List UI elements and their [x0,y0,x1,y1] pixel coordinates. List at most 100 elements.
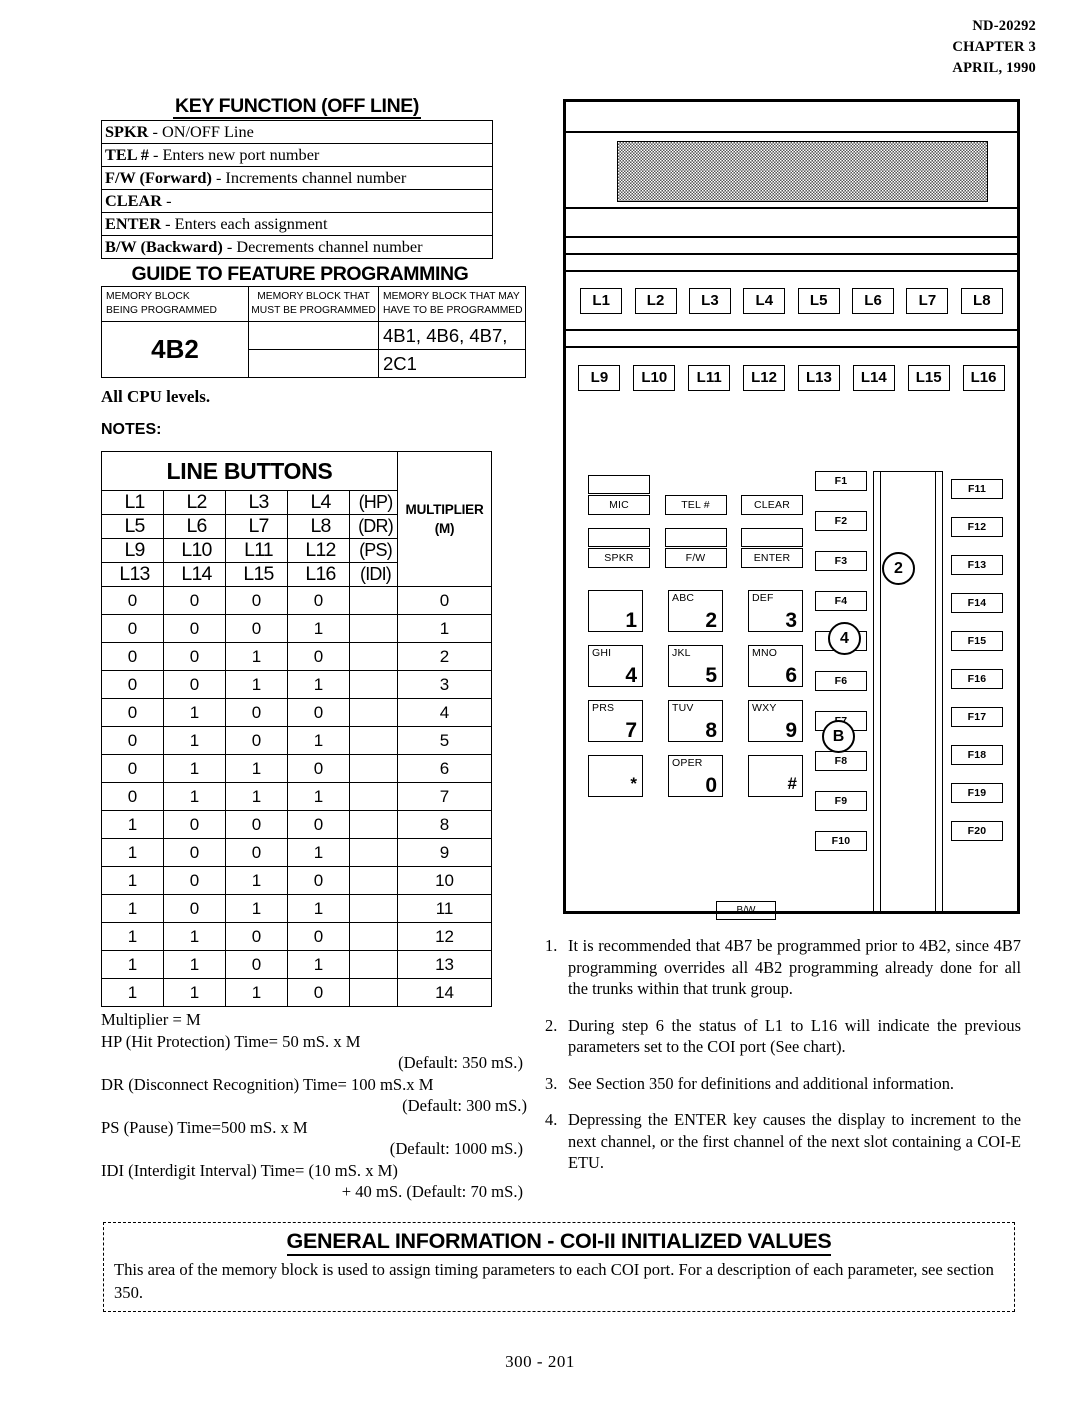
key-function-desc: - Decrements channel number [226,237,423,256]
phone-line-button-l5[interactable]: L5 [797,287,840,314]
key-function-row: B/W (Backward) - Decrements channel numb… [101,235,493,259]
spacer-cell [348,922,399,951]
phone-function-button-f2[interactable]: F2 [815,511,867,531]
spkr-key-label[interactable]: SPKR [588,548,650,568]
dial-key-9[interactable]: WXY 9 [748,700,803,742]
clear-key-label[interactable]: CLEAR [741,495,803,515]
phone-line-button-l6[interactable]: L6 [852,287,895,314]
enter-key-label[interactable]: ENTER [741,548,803,568]
memory-block-being-programmed: 4B2 [101,321,249,378]
phone-function-button-f14[interactable]: F14 [951,593,1003,613]
key-function-desc: - Enters each assignment [165,214,328,233]
feature-key-tel[interactable]: TEL # [664,475,727,515]
dial-key-letters: OPER [672,757,703,769]
line-button-label: L14 [163,562,226,587]
key-function-desc: - ON/OFF Line [152,122,254,141]
feature-key-spkr[interactable]: SPKR [588,528,650,568]
dial-key-4[interactable]: GHI 4 [588,645,643,687]
handset-cradle [873,471,943,914]
feature-key-row-2: SPKR F/W ENTER [588,528,803,568]
phone-function-button-f19[interactable]: F19 [951,783,1003,803]
phone-strip-2 [566,238,1017,255]
line-button-parameter: (HP) [348,490,399,515]
phone-line-button-l1[interactable]: L1 [580,287,623,314]
phone-function-button-f18[interactable]: F18 [951,745,1003,765]
phone-line-button-l12[interactable]: L12 [743,364,786,391]
phone-line-button-l16[interactable]: L16 [962,364,1005,391]
dial-key-2[interactable]: ABC 2 [668,590,723,632]
phone-line-button-l7[interactable]: L7 [906,287,949,314]
phone-function-button-f17[interactable]: F17 [951,707,1003,727]
mic-key-label[interactable]: MIC [588,495,650,515]
dial-key-number: * [630,774,637,793]
phone-function-button-f13[interactable]: F13 [951,555,1003,575]
phone-line-button-l9[interactable]: L9 [578,364,621,391]
phone-function-button-f12[interactable]: F12 [951,517,1003,537]
line-buttons-title-row: LINE BUTTONS MULTIPLIER (M) [100,451,493,587]
multiplier-value: 3 [397,670,493,699]
dial-key-1[interactable]: 1 [588,590,643,632]
key-function-desc: - [166,191,172,210]
dial-key-5[interactable]: JKL 5 [668,645,723,687]
phone-function-button-f15[interactable]: F15 [951,631,1003,651]
line-button-row-2: L9 L10 L11 L12 L13 L14 L15 L16 [566,348,1017,407]
key-function-key: TEL # [105,145,153,164]
table-row: 1 0 1 1 11 [101,894,493,923]
feature-key-clear[interactable]: CLEAR [741,475,803,515]
dial-pad-row: 1 ABC 2 DEF 3 [588,590,803,632]
dial-key-0[interactable]: OPER 0 [668,755,723,797]
dial-key-3[interactable]: DEF 3 [748,590,803,632]
fw-key-label[interactable]: F/W [664,548,727,568]
phone-function-button-f1[interactable]: F1 [815,471,867,491]
feature-key-enter[interactable]: ENTER [741,528,803,568]
phone-line-button-l8[interactable]: L8 [960,287,1003,314]
bit-cell: 1 [163,922,226,951]
key-function-key: B/W (Backward) [105,237,227,256]
phone-function-button-f6[interactable]: F6 [815,671,867,691]
dial-key-*[interactable]: * [588,755,643,797]
dial-key-8[interactable]: TUV 8 [668,700,723,742]
guide-col3-line1: MEMORY BLOCK THAT MAY [383,291,520,302]
key-function-table: SPKR - ON/OFF Line TEL # - Enters new por… [101,120,493,259]
phone-line-button-l3[interactable]: L3 [688,287,731,314]
phone-function-button-f11[interactable]: F11 [951,479,1003,499]
phone-line-button-l14[interactable]: L14 [852,364,895,391]
key-function-key: SPKR [105,122,153,141]
feature-key-fw[interactable]: F/W [664,528,727,568]
dial-key-7[interactable]: PRS 7 [588,700,643,742]
line-button-row-1: L1 L2 L3 L4 L5 L6 L7 L8 [566,272,1017,331]
tel-key-label[interactable]: TEL # [664,495,727,515]
note-number: 1. [545,936,558,955]
phone-function-button-f4[interactable]: F4 [815,591,867,611]
phone-line-button-l4[interactable]: L4 [743,287,786,314]
phone-line-button-l11[interactable]: L11 [688,364,731,391]
function-key-column-right: F11 F12 F13 F14 F15 F16 F17 F18 F19 F20 [951,479,1003,859]
phone-function-button-f9[interactable]: F9 [815,791,867,811]
note-text: It is recommended that 4B7 be programmed… [568,936,1021,998]
bit-cell: 0 [101,586,164,615]
bit-cell: 1 [287,782,350,811]
dial-key-#[interactable]: # [748,755,803,797]
bit-cell: 0 [163,642,226,671]
bit-cell: 1 [287,614,350,643]
phone-line-button-l15[interactable]: L15 [907,364,950,391]
phone-function-button-f20[interactable]: F20 [951,821,1003,841]
phone-line-button-l2[interactable]: L2 [634,287,677,314]
left-column: KEY FUNCTION (OFF LINE) SPKR - ON/OFF Li… [100,96,527,1203]
phone-function-button-f3[interactable]: F3 [815,551,867,571]
guide-col1-line2: BEING PROGRAMMED [106,305,217,316]
bit-cell: 1 [287,726,350,755]
bw-key[interactable]: B/W [716,901,776,920]
feature-key-row-1: MIC TEL # CLEAR [588,475,803,515]
phone-line-button-l10[interactable]: L10 [633,364,676,391]
phone-line-button-l13[interactable]: L13 [797,364,840,391]
feature-key-mic[interactable]: MIC [588,475,650,515]
general-information-title: GENERAL INFORMATION - COI-II INITIALIZED… [114,1229,1004,1256]
table-row: 00113 [101,670,493,699]
phone-function-button-f8[interactable]: F8 [815,751,867,771]
phone-function-button-f10[interactable]: F10 [815,831,867,851]
note-item: 4. Depressing the ENTER key causes the di… [545,1109,1021,1174]
dial-key-6[interactable]: MNO 6 [748,645,803,687]
phone-function-button-f16[interactable]: F16 [951,669,1003,689]
spkr-led-icon [588,528,650,547]
